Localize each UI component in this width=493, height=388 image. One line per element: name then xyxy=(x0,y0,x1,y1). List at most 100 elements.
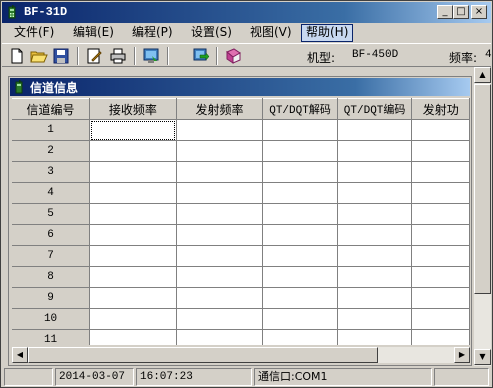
read-from-radio-icon[interactable] xyxy=(142,47,160,65)
menu-help[interactable]: 帮助(H) xyxy=(301,24,354,42)
title-bar[interactable]: BF-31D _ □ × xyxy=(2,2,491,23)
table-row[interactable]: 2 xyxy=(12,140,470,162)
grid-cell[interactable] xyxy=(89,224,177,246)
grid-cell[interactable] xyxy=(337,287,413,309)
grid-cell[interactable] xyxy=(176,203,264,225)
new-file-icon[interactable] xyxy=(8,47,26,65)
grid-cell[interactable] xyxy=(337,140,413,162)
save-icon[interactable] xyxy=(52,47,70,65)
grid-cell[interactable] xyxy=(411,182,470,204)
grid-cell[interactable] xyxy=(411,140,470,162)
grid-cell[interactable] xyxy=(411,287,470,309)
table-row[interactable]: 9 xyxy=(12,287,470,309)
row-header-channel-number[interactable]: 2 xyxy=(12,140,91,162)
menu-view[interactable]: 视图(V) xyxy=(246,24,296,42)
table-row[interactable]: 11 xyxy=(12,329,470,345)
open-folder-icon[interactable] xyxy=(30,47,48,65)
table-row[interactable]: 5 xyxy=(12,203,470,225)
grid-cell[interactable] xyxy=(262,245,338,267)
row-header-channel-number[interactable]: 11 xyxy=(12,329,91,345)
grid-cell[interactable] xyxy=(337,308,413,330)
grid-cell[interactable] xyxy=(89,140,177,162)
edit-icon[interactable] xyxy=(85,47,103,65)
grid-cell[interactable] xyxy=(262,224,338,246)
grid-cell[interactable] xyxy=(411,224,470,246)
maximize-button[interactable]: □ xyxy=(453,5,469,19)
grid-cell[interactable] xyxy=(337,245,413,267)
table-row[interactable]: 8 xyxy=(12,266,470,288)
grid-cell[interactable] xyxy=(262,161,338,183)
vertical-scrollbar[interactable]: ▲ ▼ xyxy=(474,67,491,366)
write-to-radio-icon[interactable] xyxy=(192,47,210,65)
grid-cell[interactable] xyxy=(176,161,264,183)
table-row[interactable]: 10 xyxy=(12,308,470,330)
column-header-tx-frequency[interactable]: 发射频率 xyxy=(176,98,264,120)
grid-cell[interactable] xyxy=(411,161,470,183)
grid-cell[interactable] xyxy=(411,119,470,141)
table-row[interactable]: 7 xyxy=(12,245,470,267)
grid-cell[interactable] xyxy=(176,224,264,246)
grid-cell[interactable] xyxy=(262,266,338,288)
grid-cell[interactable] xyxy=(262,329,338,345)
grid-cell[interactable] xyxy=(337,182,413,204)
grid-cell[interactable] xyxy=(89,329,177,345)
menu-file[interactable]: 文件(F) xyxy=(10,24,58,42)
help-book-icon[interactable] xyxy=(224,47,242,65)
row-header-channel-number[interactable]: 7 xyxy=(12,245,91,267)
grid-cell[interactable] xyxy=(89,287,177,309)
channel-window-title-bar[interactable]: 信道信息 xyxy=(10,78,470,96)
grid-cell[interactable] xyxy=(411,329,470,345)
column-header-qt-dqt-encode[interactable]: QT/DQT编码 xyxy=(337,98,413,120)
row-header-channel-number[interactable]: 4 xyxy=(12,182,91,204)
channel-grid[interactable]: 信道编号 接收频率 发射频率 QT/DQT解码 QT/DQT编码 发射功 123… xyxy=(12,98,470,345)
print-icon[interactable] xyxy=(109,47,127,65)
table-row[interactable]: 4 xyxy=(12,182,470,204)
minimize-button[interactable]: _ xyxy=(437,5,453,19)
grid-cell[interactable] xyxy=(89,203,177,225)
horizontal-scroll-thumb[interactable] xyxy=(28,347,378,363)
grid-cell[interactable] xyxy=(89,182,177,204)
grid-cell[interactable] xyxy=(89,245,177,267)
menu-program[interactable]: 编程(P) xyxy=(128,24,177,42)
column-header-rx-frequency[interactable]: 接收频率 xyxy=(89,98,177,120)
scroll-down-button[interactable]: ▼ xyxy=(474,349,491,365)
close-button[interactable]: × xyxy=(471,5,487,19)
scroll-left-button[interactable]: ◀ xyxy=(12,347,28,363)
row-header-channel-number[interactable]: 5 xyxy=(12,203,91,225)
row-header-channel-number[interactable]: 3 xyxy=(12,161,91,183)
row-header-channel-number[interactable]: 8 xyxy=(12,266,91,288)
grid-cell[interactable] xyxy=(337,119,413,141)
grid-cell[interactable] xyxy=(337,161,413,183)
grid-cell[interactable] xyxy=(411,308,470,330)
row-header-channel-number[interactable]: 9 xyxy=(12,287,91,309)
grid-cell[interactable] xyxy=(176,119,264,141)
grid-cell[interactable] xyxy=(411,266,470,288)
grid-cell[interactable] xyxy=(262,308,338,330)
grid-cell[interactable] xyxy=(89,161,177,183)
table-row[interactable]: 3 xyxy=(12,161,470,183)
grid-cell[interactable] xyxy=(262,203,338,225)
column-header-qt-dqt-decode[interactable]: QT/DQT解码 xyxy=(262,98,338,120)
grid-cell[interactable] xyxy=(176,140,264,162)
grid-cell[interactable] xyxy=(262,182,338,204)
vertical-scroll-thumb[interactable] xyxy=(474,84,491,294)
grid-cell[interactable] xyxy=(176,182,264,204)
grid-cell[interactable] xyxy=(337,224,413,246)
grid-cell[interactable] xyxy=(262,287,338,309)
grid-cell[interactable] xyxy=(89,119,177,141)
column-header-tx-power[interactable]: 发射功 xyxy=(411,98,470,120)
grid-cell[interactable] xyxy=(176,287,264,309)
row-header-channel-number[interactable]: 6 xyxy=(12,224,91,246)
grid-cell[interactable] xyxy=(411,203,470,225)
grid-cell[interactable] xyxy=(262,140,338,162)
row-header-channel-number[interactable]: 1 xyxy=(12,119,91,141)
menu-settings[interactable]: 设置(S) xyxy=(187,24,236,42)
grid-cell[interactable] xyxy=(337,266,413,288)
grid-cell[interactable] xyxy=(176,266,264,288)
table-row[interactable]: 6 xyxy=(12,224,470,246)
horizontal-scrollbar[interactable]: ◀ ▶ xyxy=(12,347,470,363)
scroll-up-button[interactable]: ▲ xyxy=(474,67,491,83)
column-header-channel-number[interactable]: 信道编号 xyxy=(12,98,91,120)
grid-cell[interactable] xyxy=(176,308,264,330)
grid-cell[interactable] xyxy=(411,245,470,267)
